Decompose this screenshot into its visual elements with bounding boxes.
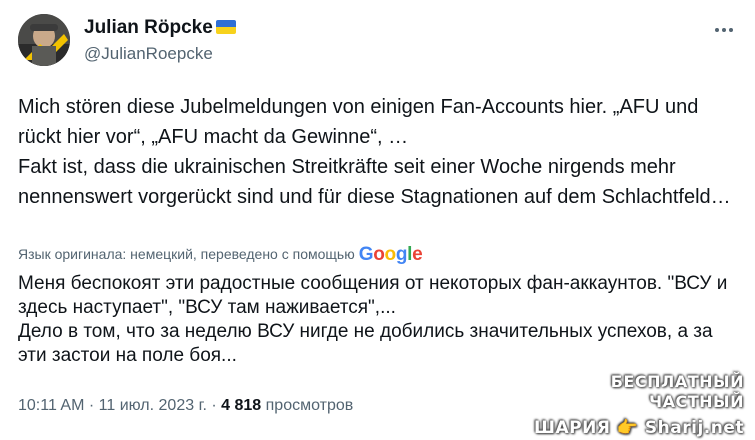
tweet-time[interactable]: 10:11 AM [18,397,84,414]
translated-text: Меня беспокоят эти радостные сообщения о… [18,273,728,366]
tweet-card: Julian Röpcke @JulianRoepcke Mich stören… [0,0,755,439]
tweet-header: Julian Röpcke @JulianRoepcke [18,12,738,68]
views-label: просмотров [265,397,354,414]
more-options-icon[interactable] [712,18,736,42]
translation-note[interactable]: Язык оригинала: немецкий, переведено с п… [18,244,423,265]
author-handle[interactable]: @JulianRoepcke [84,43,236,65]
author-name-block: Julian Röpcke @JulianRoepcke [84,16,236,65]
author-display-name[interactable]: Julian Röpcke [84,16,213,40]
google-logo: Google [358,244,423,265]
watermark-line2: ШАРИЯ 👉 Sharij.net [533,418,744,438]
tweet-meta: 10:11 AM · 11 июл. 2023 г. · 4 818 просм… [18,395,353,417]
tweet-text: Mich stören diese Jubelmeldungen von ein… [18,96,731,208]
translation-note-text[interactable]: Язык оригинала: немецкий, переведено с п… [18,244,355,264]
ukraine-flag-icon [215,20,236,34]
author-avatar[interactable] [18,14,70,66]
meta-separator: · [88,397,95,414]
watermark-line1: БЕСПЛАТНЫЙ ЧАСТНЫЙ [610,372,744,411]
watermark: БЕСПЛАТНЫЙ ЧАСТНЫЙ ШАРИЯ 👉 Sharij.net [512,372,744,440]
meta-separator-2: · [211,397,217,414]
tweet-date[interactable]: 11 июл. 2023 г. [99,397,207,414]
views-count: 4 818 [221,397,262,414]
